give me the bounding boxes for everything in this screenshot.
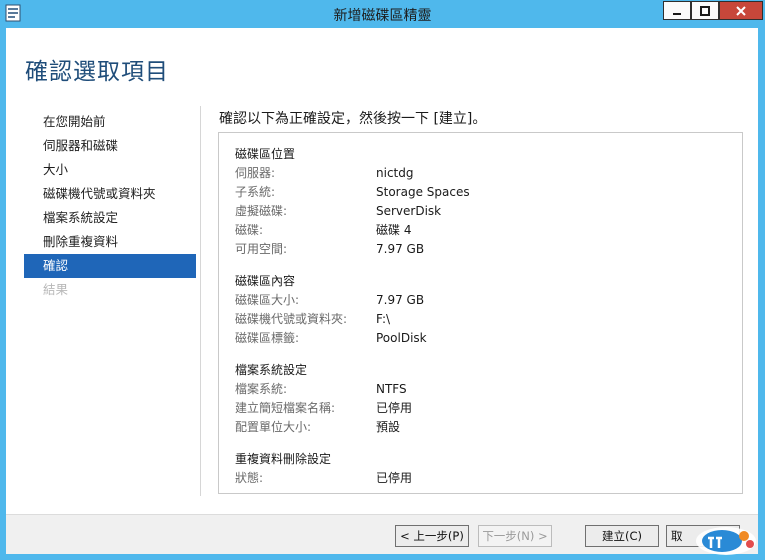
nav-item-deduplication[interactable]: 刪除重複資料 (24, 230, 196, 254)
row-label: 磁碟: (235, 223, 264, 237)
minimize-icon (673, 12, 681, 15)
nav-item-size[interactable]: 大小 (24, 158, 196, 182)
summary-row: 建立簡短檔案名稱: 已停用 (235, 399, 742, 418)
close-button[interactable] (719, 1, 763, 20)
section-title: 重複資料刪除設定 (235, 452, 332, 466)
row-label: 配置單位大小: (235, 420, 312, 434)
row-label: 子系統: (235, 185, 276, 199)
row-label: 虛擬磁碟: (235, 204, 288, 218)
section-file-system-settings: 檔案系統設定 檔案系統: NTFS 建立簡短檔案名稱: 已停用 配置單位大小: 預設 (235, 361, 742, 437)
maximize-icon (700, 5, 710, 16)
nav-item-results: 結果 (43, 282, 69, 297)
wizard-content: 確認選取項目 在您開始前 伺服器和磁碟 大小 磁碟機代號或資料夾 檔案系統設定 … (6, 28, 758, 554)
row-value: ServerDisk (376, 204, 442, 218)
section-title: 檔案系統設定 (235, 363, 308, 377)
row-label: 磁碟區大小: (235, 293, 300, 307)
row-value: 已停用 (376, 401, 413, 415)
section-volume-location: 磁碟區位置 伺服器: nictdg 子系統: Storage Spaces 虛擬磁碟… (235, 145, 742, 259)
maximize-button[interactable] (691, 1, 719, 20)
row-value: F:\ (376, 312, 391, 326)
row-value: 7.97 GB (376, 293, 425, 307)
summary-row: 磁碟: 磁碟 4 (235, 221, 742, 240)
summary-row: 狀態: 已停用 (235, 469, 742, 488)
row-label: 建立簡短檔案名稱: (235, 401, 336, 415)
row-value: 已停用 (376, 471, 413, 485)
section-volume-properties: 磁碟區內容 磁碟區大小: 7.97 GB 磁碟機代號或資料夾: F:\ 磁碟區標籤:… (235, 272, 742, 348)
wizard-footer: < 上一步(P) 下一步(N) > 建立(C) 取 (6, 514, 758, 554)
summary-row: 磁碟區大小: 7.97 GB (235, 291, 742, 310)
nav-item-before-you-begin[interactable]: 在您開始前 (24, 110, 196, 134)
row-value: PoolDisk (376, 331, 427, 345)
title-bar[interactable]: 新增磁碟區精靈 (0, 0, 765, 28)
nav-item-drive-letter[interactable]: 磁碟機代號或資料夾 (24, 182, 196, 206)
row-value: NTFS (376, 382, 407, 396)
row-label: 磁碟機代號或資料夾: (235, 312, 348, 326)
wizard-steps-nav: 在您開始前 伺服器和磁碟 大小 磁碟機代號或資料夾 檔案系統設定 刪除重複資料 … (24, 110, 196, 302)
close-icon (736, 5, 746, 16)
section-title: 磁碟區內容 (235, 274, 296, 288)
ithome-logo (694, 522, 764, 558)
wizard-window: 新增磁碟區精靈 確認選取項目 在您開始前 伺服器和磁碟 大小 磁碟機代號或資料夾… (0, 0, 765, 560)
summary-row: 配置單位大小: 預設 (235, 418, 742, 437)
summary-row: 磁碟機代號或資料夾: F:\ (235, 310, 742, 329)
row-value: 7.97 GB (376, 242, 425, 256)
window-title: 新增磁碟區精靈 (333, 8, 432, 24)
page-title: 確認選取項目 (25, 59, 169, 85)
instruction-text: 確認以下為正確設定，然後按一下 [建立]。 (219, 111, 487, 127)
summary-row: 可用空間: 7.97 GB (235, 240, 742, 259)
nav-item-server-and-disk[interactable]: 伺服器和磁碟 (24, 134, 196, 158)
minimize-button[interactable] (663, 1, 691, 20)
summary-row: 伺服器: nictdg (235, 164, 742, 183)
row-value: 預設 (376, 420, 401, 434)
row-label: 狀態: (235, 471, 264, 485)
summary-row: 磁碟區標籤: PoolDisk (235, 329, 742, 348)
summary-row: 檔案系統: NTFS (235, 380, 742, 399)
create-button[interactable]: 建立(C) (585, 525, 659, 547)
row-label: 伺服器: (235, 166, 276, 180)
previous-button[interactable]: < 上一步(P) (395, 525, 469, 547)
summary-row: 虛擬磁碟: ServerDisk (235, 202, 742, 221)
row-label: 磁碟區標籤: (235, 331, 300, 345)
section-title: 磁碟區位置 (235, 147, 296, 161)
summary-row: 子系統: Storage Spaces (235, 183, 742, 202)
row-value: nictdg (376, 166, 414, 180)
row-label: 檔案系統: (235, 382, 288, 396)
nav-divider (200, 106, 201, 496)
row-value: 磁碟 4 (376, 223, 412, 237)
row-label: 可用空間: (235, 242, 288, 256)
nav-item-confirmation[interactable]: 確認 (24, 254, 196, 278)
next-button: 下一步(N) > (478, 525, 552, 547)
nav-item-file-system[interactable]: 檔案系統設定 (24, 206, 196, 230)
confirmation-summary[interactable]: 磁碟區位置 伺服器: nictdg 子系統: Storage Spaces 虛擬磁碟… (218, 132, 743, 494)
section-deduplication-settings: 重複資料刪除設定 狀態: 已停用 (235, 450, 742, 488)
row-value: Storage Spaces (376, 185, 470, 199)
